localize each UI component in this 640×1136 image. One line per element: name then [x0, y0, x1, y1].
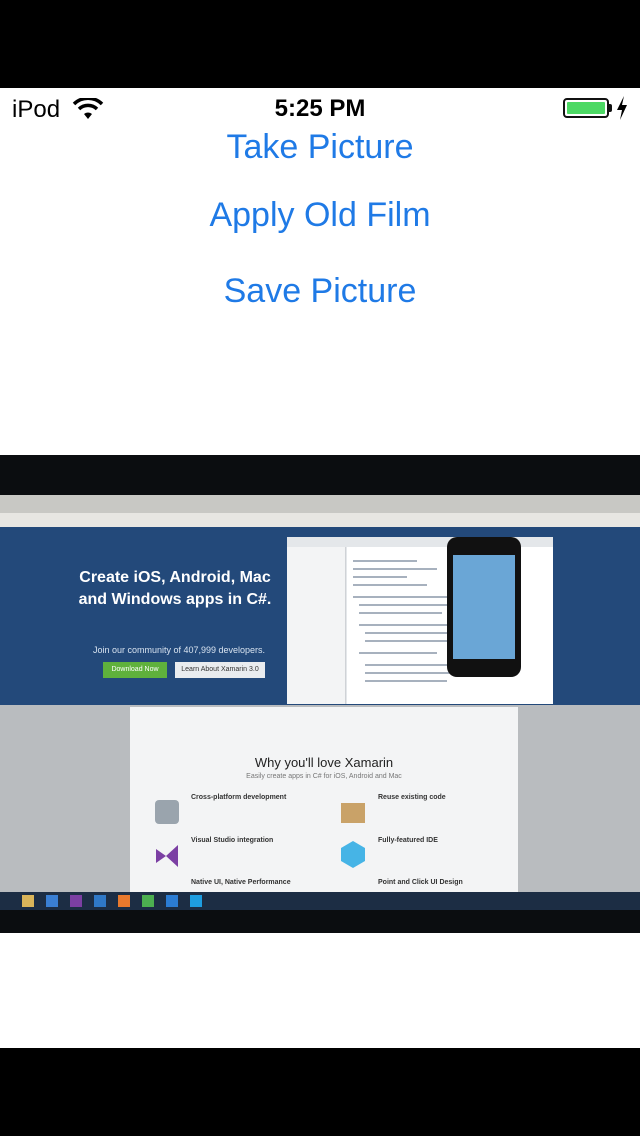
battery-fill [567, 102, 605, 114]
visual-studio-icon [156, 845, 178, 867]
ide-icon [341, 841, 365, 868]
learn-button: Learn About Xamarin 3.0 [175, 662, 265, 678]
app-screen: iPod 5:25 PM Take Picture Apply Old Film… [0, 88, 640, 1048]
cross-platform-icon [155, 800, 179, 824]
feature-title: Point and Click UI Design [378, 879, 463, 886]
ide-sidebar [287, 547, 346, 704]
feature-title: Reuse existing code [378, 794, 446, 801]
taskbar-icons [22, 895, 202, 907]
take-picture-button[interactable]: Take Picture [0, 128, 640, 167]
box-icon [341, 803, 365, 823]
page-heading: Why you'll love Xamarin [254, 755, 394, 770]
feature-title: Native UI, Native Performance [191, 879, 291, 886]
hero-subtext: Join our community of 407,999 developers… [92, 645, 266, 655]
apply-old-film-button[interactable]: Apply Old Film [0, 196, 640, 235]
phone-mockup [447, 537, 521, 677]
monitor-screen: Create iOS, Android, Mac and Windows app… [0, 495, 640, 910]
feature-title: Cross-platform development [191, 794, 287, 801]
hero-banner: Create iOS, Android, Mac and Windows app… [0, 527, 640, 705]
browser-tab-bar [0, 495, 640, 513]
web-page-content: Why you'll love Xamarin Easily create ap… [130, 707, 518, 895]
charging-bolt-icon [617, 96, 627, 120]
feature-title: Fully-featured IDE [378, 837, 438, 844]
browser-address-bar [0, 513, 640, 527]
battery-nub [609, 104, 612, 112]
clock: 5:25 PM [274, 95, 366, 122]
battery-icon [563, 98, 609, 118]
status-bar: iPod 5:25 PM [0, 88, 640, 128]
download-button: Download Now [103, 662, 167, 678]
save-picture-button[interactable]: Save Picture [0, 272, 640, 311]
feature-title: Visual Studio integration [191, 837, 274, 844]
hero-heading: Create iOS, Android, Mac and Windows app… [78, 569, 272, 608]
page-subheading: Easily create apps in C# for iOS, Androi… [246, 773, 402, 780]
phone-mockup-screen [453, 555, 515, 659]
captured-photo: Create iOS, Android, Mac and Windows app… [0, 455, 640, 933]
windows-taskbar [0, 892, 640, 910]
